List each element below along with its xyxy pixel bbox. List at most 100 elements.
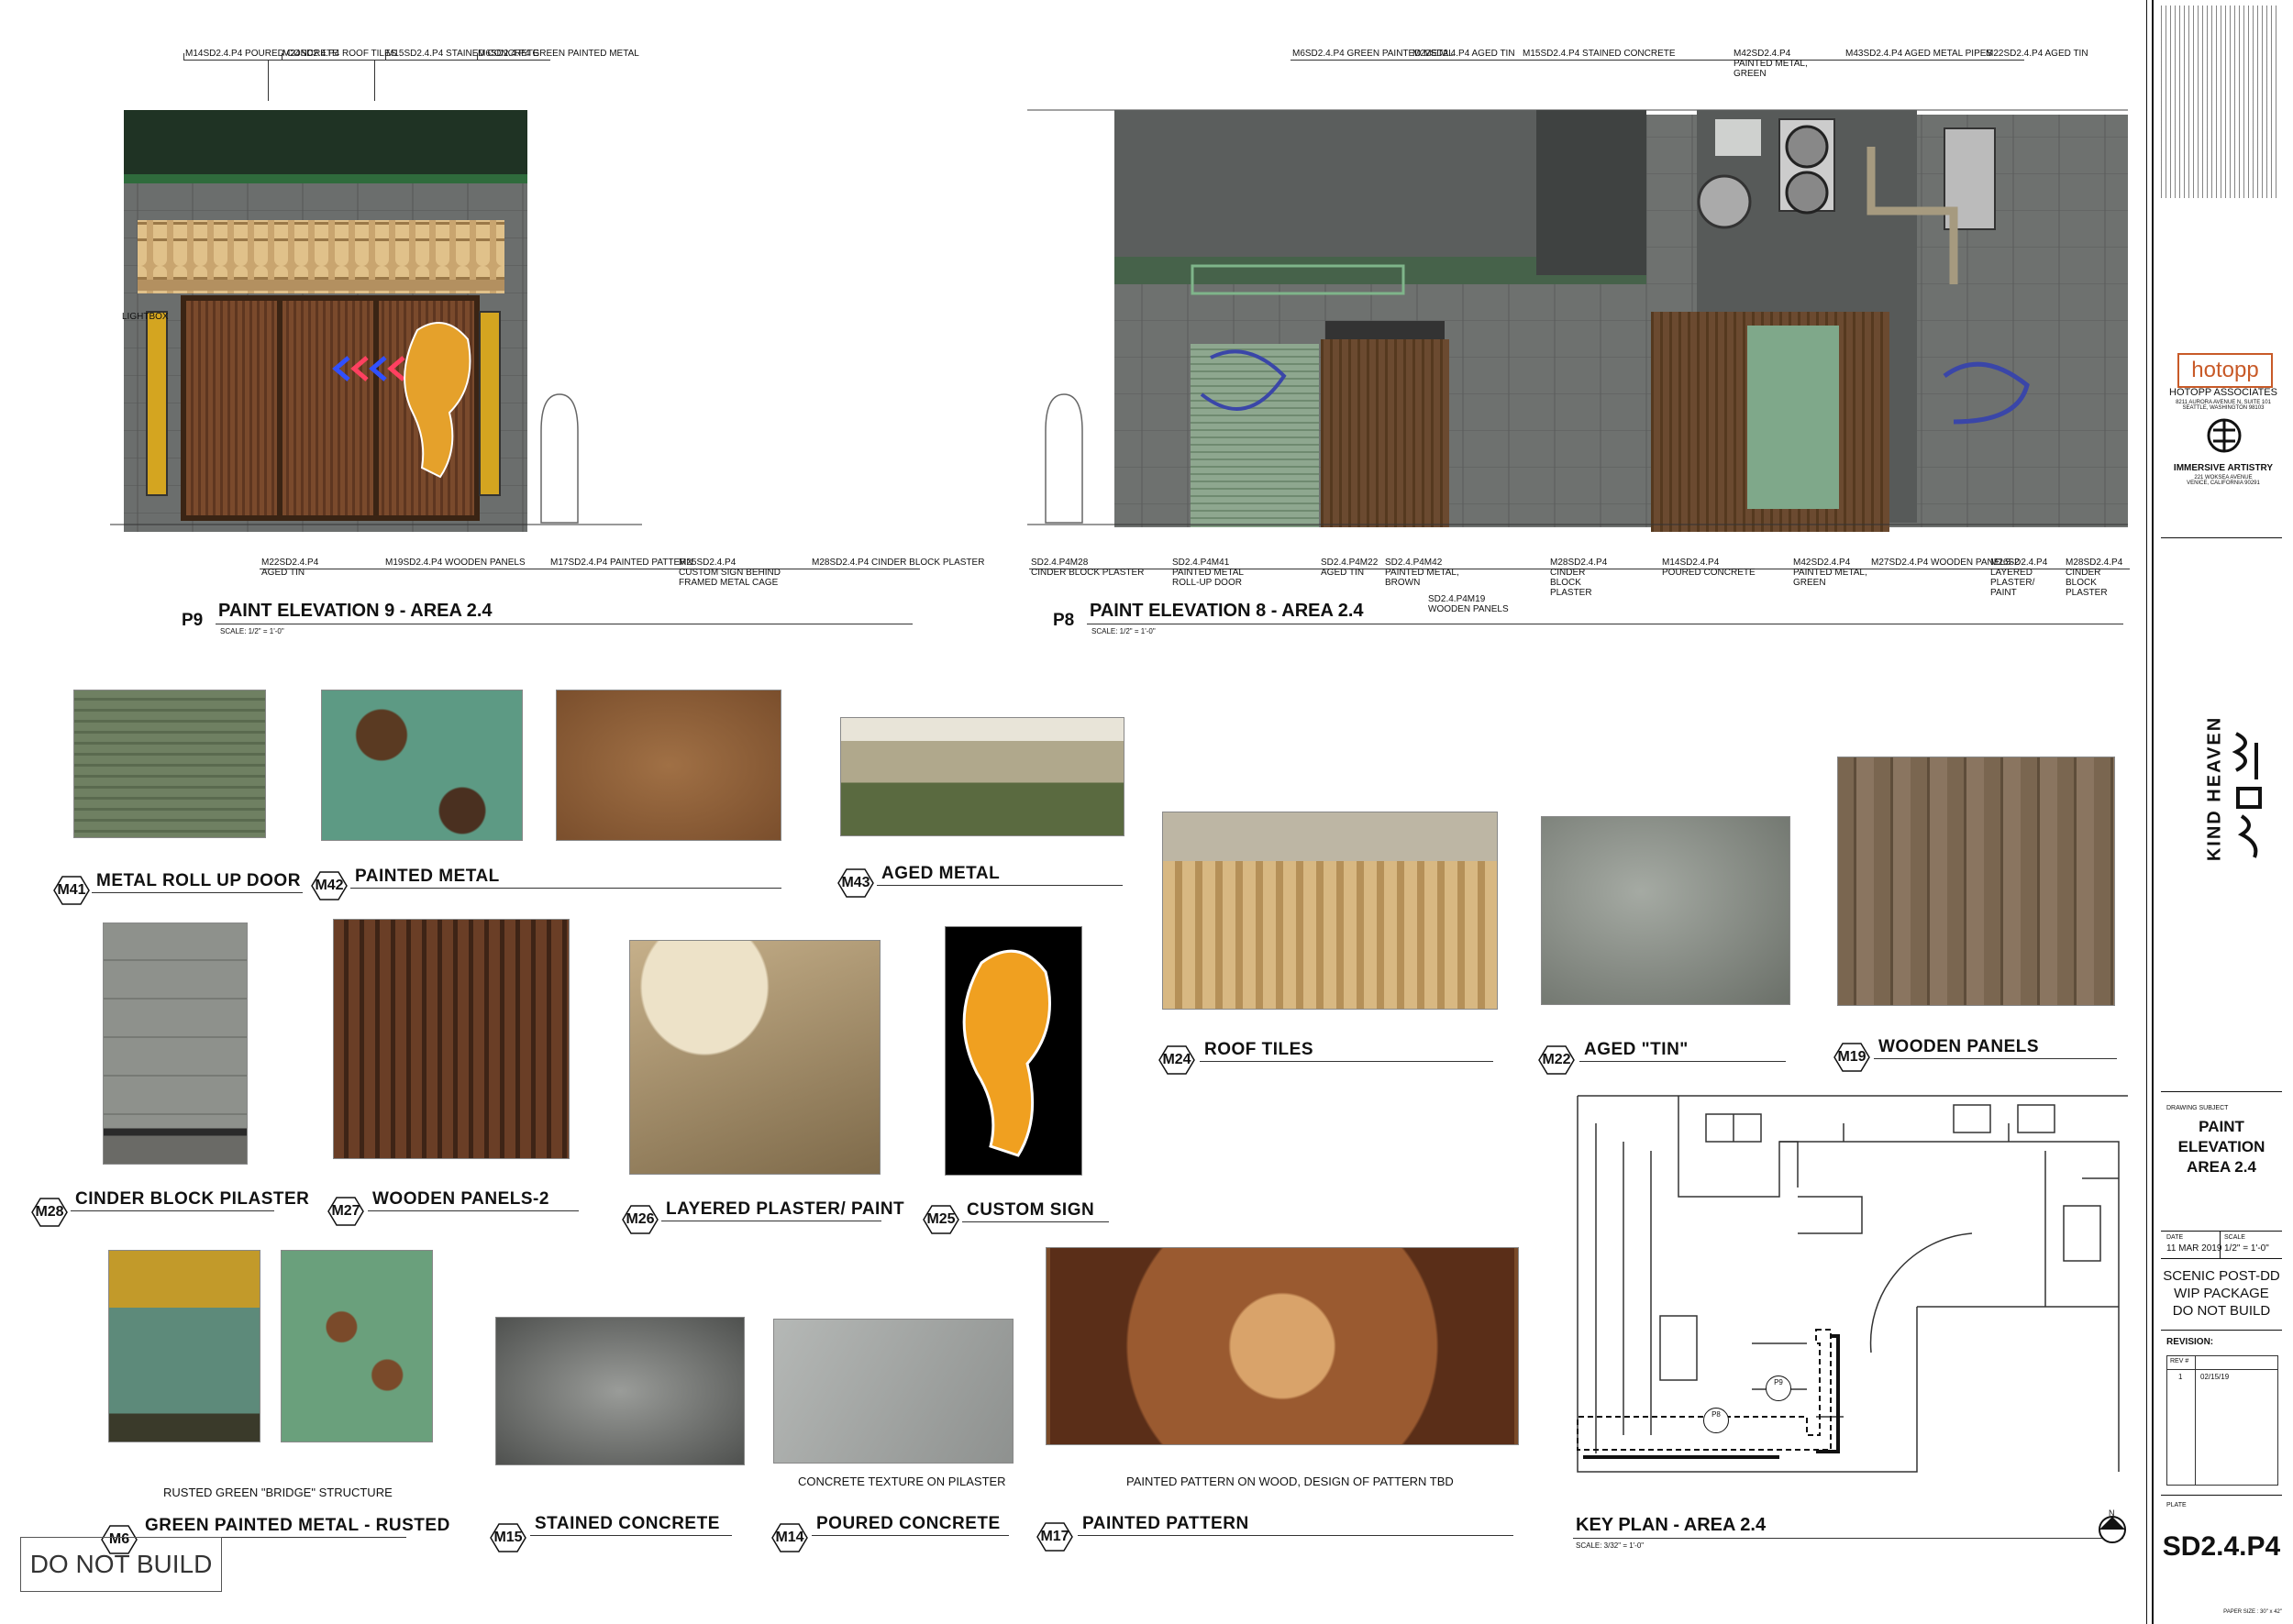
swatch-painted-metal-green [321, 690, 523, 841]
hotopp-logo: hotopp [2177, 353, 2273, 388]
project-name: KIND HEAVEN [2204, 715, 2225, 862]
label-underline [530, 1535, 732, 1536]
elevation-scale: SCALE: 1/2" = 1'-0" [1091, 627, 1156, 635]
material-code-hex: M28 [31, 1198, 68, 1227]
date-label: DATE [2166, 1234, 2184, 1241]
revision-header: REV # [2170, 1358, 2189, 1364]
material-code-hex: M26 [622, 1205, 659, 1234]
elevation-p8-drawing [1027, 101, 2128, 532]
material-label: AGED METAL [881, 864, 1001, 883]
swatch-roof-tiles [1162, 812, 1498, 1010]
material-tag: M22SD2.4.P4 AGED TIN [1412, 49, 1515, 59]
material-tag: M43SD2.4.P4 AGED METAL PIPES [1845, 49, 1993, 59]
key-plan-scale: SCALE: 3/32" = 1'-0" [1576, 1541, 1645, 1550]
swatch-wooden-panels-2 [333, 919, 570, 1159]
swatch-metal-roll-up-door [73, 690, 266, 838]
swatch-poured-concrete [773, 1319, 1014, 1464]
key-plan-marker-p8: P8 [1703, 1408, 1729, 1433]
plate-number: SD2.4.P4 [2162, 1531, 2281, 1562]
divider [2161, 1091, 2282, 1092]
divider [2161, 1495, 2282, 1496]
material-label: PAINTED METAL [355, 867, 500, 886]
leader-tick [183, 53, 184, 61]
revision-label: REVISION: [2166, 1337, 2214, 1347]
swatch-layered-plaster-paint [629, 940, 881, 1175]
scale-label: SCALE [2224, 1234, 2245, 1241]
label-underline [368, 1210, 579, 1211]
material-tag: SD2.4.P4M19 WOODEN PANELS [1428, 594, 1509, 614]
title-block-border [2152, 0, 2154, 1624]
material-tag: M19SD2.4.P4 WOODEN PANELS [385, 558, 526, 568]
revision-table-rule [2195, 1356, 2196, 1485]
material-code-hex: M15 [490, 1523, 526, 1552]
swatch-cinder-block-pilaster [103, 922, 248, 1165]
company2-address: 221 WOKSEA AVENUE VENICE, CALIFORNIA 902… [2187, 475, 2260, 486]
label-underline [1078, 1535, 1513, 1536]
elevation-code: P8 [1053, 611, 1075, 630]
tiger-sign-icon [962, 949, 1051, 1157]
plate-label: PLATE [2166, 1502, 2187, 1508]
material-code-hex: M25 [923, 1205, 959, 1234]
material-label: POURED CONCRETE [816, 1514, 1001, 1533]
label-underline [1579, 1061, 1786, 1062]
elevation-title: PAINT ELEVATION 9 - AREA 2.4 [218, 601, 493, 621]
swatch-aged-tin [1541, 816, 1790, 1005]
material-label: PAINTED PATTERN [1082, 1514, 1249, 1533]
material-tag: SD2.4.P4M42 PAINTED METAL, BROWN [1385, 558, 1459, 588]
material-label: CUSTOM SIGN [967, 1200, 1095, 1220]
material-label: GREEN PAINTED METAL - RUSTED [145, 1516, 450, 1535]
drawing-subject: PAINT ELEVATION AREA 2.4 [2177, 1118, 2265, 1176]
title-block-border [2146, 0, 2147, 1624]
key-plan-drawing [1577, 1095, 2128, 1473]
revision-date: 02/15/19 [2200, 1373, 2230, 1381]
swatch-green-painted-metal-rusted-1 [108, 1250, 260, 1442]
material-tag: M42SD2.4.P4 PAINTED METAL, GREEN [1734, 49, 1808, 79]
swatch-custom-sign [945, 926, 1082, 1176]
company1-address: 8211 AURORA AVENUE N, SUITE 101 SEATTLE,… [2176, 400, 2271, 411]
material-code-hex: M42 [311, 871, 348, 900]
swatch-wooden-panels [1837, 757, 2115, 1006]
immersive-artistry-logo [2206, 417, 2243, 454]
material-tag: M28SD2.4.P4 CINDER BLOCK PLASTER [2066, 558, 2123, 598]
material-tag: M28SD2.4.P4 CINDER BLOCK PLASTER [812, 558, 985, 568]
revision-table: REV # 1 02/15/19 [2166, 1355, 2278, 1486]
material-tag: SD2.4.P4M22 AGED TIN [1321, 558, 1379, 578]
date-value: 11 MAR 2019 [2166, 1243, 2222, 1254]
disclaimer-text [2161, 6, 2280, 198]
package-status: SCENIC POST-DD WIP PACKAGE DO NOT BUILD [2163, 1268, 2280, 1319]
label-underline [1200, 1061, 1493, 1062]
material-label: LAYERED PLASTER/ PAINT [666, 1199, 905, 1219]
label-underline [350, 888, 781, 889]
material-tag: M25SD2.4.P4 CUSTOM SIGN BEHIND FRAMED MET… [679, 558, 781, 588]
material-label: METAL ROLL UP DOOR [96, 871, 301, 890]
north-label: N [2109, 1508, 2115, 1518]
material-tag: M17SD2.4.P4 PAINTED PATTERN [550, 558, 693, 568]
label-underline [71, 1210, 274, 1211]
elevation-scale: SCALE: 1/2" = 1'-0" [220, 627, 284, 635]
material-tag: M22SD2.4.P4 AGED TIN [261, 558, 319, 578]
material-code-hex: M22 [1538, 1045, 1575, 1075]
material-label: AGED "TIN" [1584, 1040, 1689, 1059]
lightbox-label: LIGHTBOX [122, 312, 169, 322]
material-tag: M24SD2.4.P4 ROOF TILES [282, 49, 397, 59]
material-tag: M22SD2.4.P4 AGED TIN [1986, 49, 2088, 59]
leader-line [1291, 60, 2024, 61]
scale-value: 1/2" = 1'-0" [2224, 1243, 2269, 1254]
key-plan-marker-p9: P9 [1766, 1375, 1791, 1401]
revision-table-rule [2167, 1369, 2277, 1370]
label-underline [1874, 1058, 2117, 1059]
company2-name: IMMERSIVE ARTISTRY [2173, 463, 2274, 473]
material-tag: M15SD2.4.P4 STAINED CONCRETE [1523, 49, 1676, 59]
leader-line [183, 60, 550, 61]
divider [2161, 1231, 2282, 1232]
material-code-hex: M14 [771, 1523, 808, 1552]
label-underline [92, 892, 303, 893]
divider [2161, 1258, 2282, 1259]
swatch-green-painted-metal-rusted-2 [281, 1250, 433, 1442]
material-code-hex: M24 [1158, 1045, 1195, 1075]
elevation-code: P9 [182, 611, 204, 630]
label-underline [877, 885, 1123, 886]
revision-number: 1 [2178, 1373, 2183, 1381]
material-code-hex: M19 [1833, 1043, 1870, 1072]
swatch-painted-pattern [1046, 1247, 1519, 1445]
